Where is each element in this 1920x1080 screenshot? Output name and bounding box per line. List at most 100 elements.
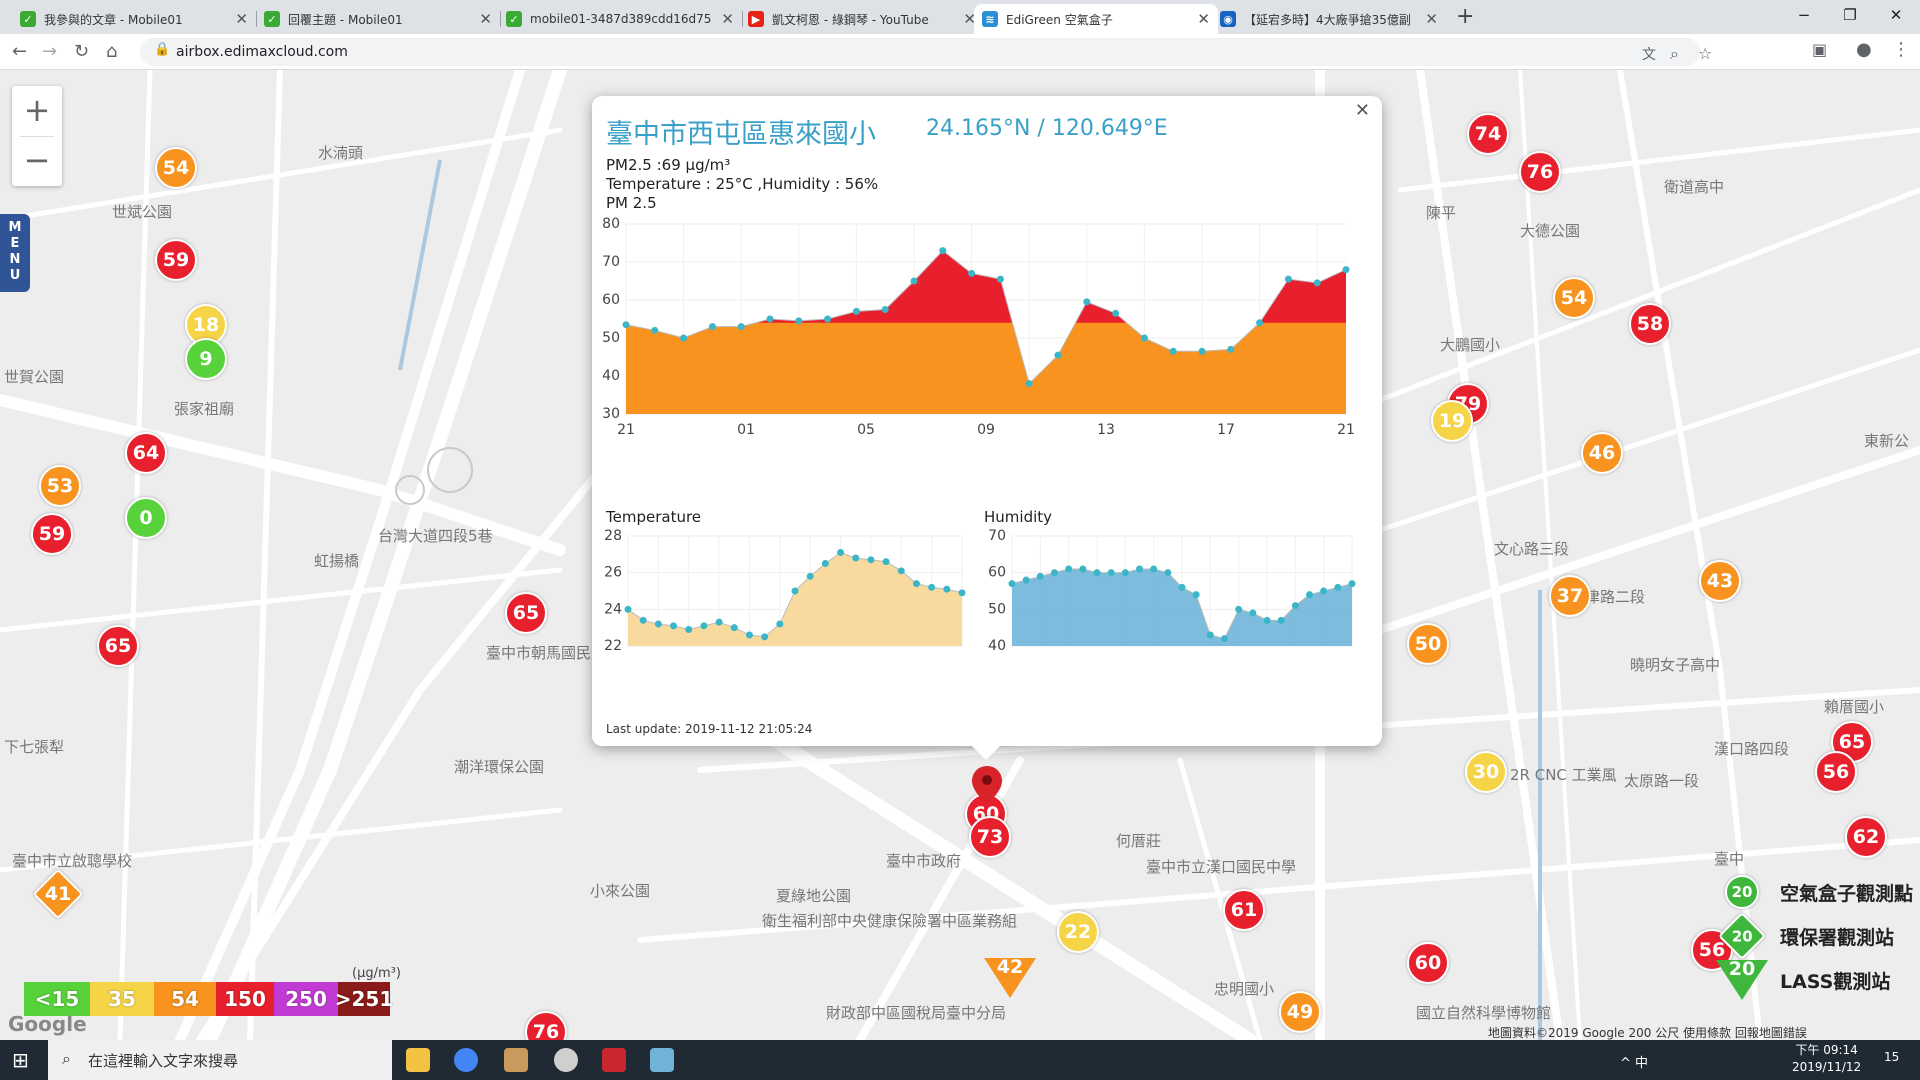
aqi-marker-circle[interactable]: 65 — [505, 592, 547, 634]
extension-icon[interactable]: ▣ — [1812, 40, 1827, 59]
aqi-marker-circle[interactable]: 30 — [1465, 751, 1507, 793]
aqi-marker-circle[interactable]: 0 — [125, 497, 167, 539]
data-point — [852, 554, 860, 562]
aqi-marker-value: 18 — [192, 314, 220, 336]
system-tray[interactable]: ^ 中 — [1620, 1052, 1648, 1071]
aqi-marker-value: 58 — [1636, 313, 1664, 335]
data-point — [766, 315, 774, 323]
aqi-marker-circle[interactable]: 54 — [1553, 277, 1595, 319]
new-tab-button[interactable]: + — [1456, 4, 1474, 29]
kebab-menu-icon[interactable]: ⋮ — [1892, 39, 1910, 60]
windows-start-icon[interactable]: ⊞ — [12, 1048, 29, 1072]
selected-location-pin-icon[interactable] — [972, 766, 1002, 804]
forward-icon[interactable]: → — [42, 40, 57, 64]
aqi-marker-circle[interactable]: 64 — [125, 432, 167, 474]
aqi-marker-circle[interactable]: 22 — [1057, 911, 1099, 953]
map-place-label: 曉明女子高中 — [1630, 656, 1721, 674]
data-point — [1206, 631, 1214, 639]
y-tick-label: 80 — [602, 216, 620, 232]
tab-5[interactable]: ◉ 【延宕多時】4大廠爭搶35億副 ✕ — [1212, 4, 1446, 34]
lock-icon: 🔒 — [154, 42, 171, 57]
data-point — [1235, 605, 1243, 613]
tab-close-icon[interactable]: ✕ — [1197, 10, 1210, 28]
taskbar-clock[interactable]: 下午 09:14 2019/11/12 — [1792, 1042, 1861, 1076]
tab-title: 我參與的文章 - Mobile01 — [44, 12, 183, 27]
notification-count[interactable]: 15 — [1884, 1050, 1899, 1064]
data-point — [639, 616, 647, 624]
temp-humidity-reading: Temperature : 25°C ,Humidity : 56% — [606, 175, 879, 193]
data-point — [1178, 583, 1186, 591]
aqi-marker-circle[interactable]: 74 — [1467, 113, 1509, 155]
zoom-in-button[interactable]: + — [12, 86, 62, 136]
clock-time: 下午 09:14 — [1795, 1043, 1858, 1057]
map-place-label: 陳平 — [1426, 204, 1457, 222]
temperature-chart: 22 24 26 28 — [604, 528, 966, 654]
aqi-marker-circle[interactable]: 73 — [969, 816, 1011, 858]
reload-icon[interactable]: ↻ — [74, 40, 89, 64]
map-place-label: 虹揚橋 — [314, 552, 360, 570]
aqi-marker-circle[interactable]: 58 — [1629, 303, 1671, 345]
search-icon: ⌕ — [62, 1049, 71, 1068]
app-icon-4[interactable] — [554, 1048, 578, 1072]
zoom-icon[interactable]: ⌕ — [1670, 44, 1679, 64]
app-icon-3[interactable] — [504, 1048, 528, 1072]
aqi-marker-circle[interactable]: 46 — [1581, 432, 1623, 474]
tab-2[interactable]: ✓ mobile01-3487d389cdd16d75 ✕ — [498, 4, 742, 34]
data-point — [912, 580, 920, 588]
home-icon[interactable]: ⌂ — [106, 40, 117, 64]
source-legend-label: 空氣盒子觀測點 — [1780, 883, 1914, 905]
profile-icon[interactable]: ● — [1856, 39, 1872, 60]
address-bar[interactable]: 🔒 airbox.edimaxcloud.com 文 ⌕ ☆ — [140, 38, 1712, 66]
tab-0[interactable]: ✓ 我參與的文章 - Mobile01 ✕ — [12, 4, 256, 34]
aqi-marker-circle[interactable]: 60 — [1407, 942, 1449, 984]
tab-close-icon[interactable]: ✕ — [235, 10, 248, 28]
aqi-marker-circle[interactable]: 65 — [97, 625, 139, 667]
aqi-marker-circle[interactable]: 59 — [31, 513, 73, 555]
back-icon[interactable]: ← — [12, 40, 27, 64]
close-icon[interactable]: ✕ — [1355, 100, 1370, 121]
aqi-marker-circle[interactable]: 76 — [1519, 151, 1561, 193]
app-icon-5[interactable] — [602, 1048, 626, 1072]
map-copyright[interactable]: 地圖資料©2019 Google 200 公尺 使用條款 回報地圖錯誤 — [1488, 1024, 1807, 1040]
map-place-label: 賴厝國小 — [1824, 698, 1885, 716]
aqi-marker-circle[interactable]: 37 — [1549, 575, 1591, 617]
data-point — [968, 269, 976, 277]
browser-toolbar: ← → ↻ ⌂ 🔒 airbox.edimaxcloud.com 文 ⌕ ☆ ▣… — [0, 34, 1920, 70]
menu-toggle-button[interactable]: MENU — [0, 214, 30, 292]
tab-3[interactable]: ▶ 凱文柯恩 - 綠鋼琴 - YouTube ✕ — [740, 4, 984, 34]
map-place-label: 太原路一段 — [1624, 772, 1700, 790]
aqi-marker-circle[interactable]: 9 — [185, 338, 227, 380]
chrome-icon[interactable] — [454, 1048, 478, 1072]
zoom-out-button[interactable]: − — [12, 136, 62, 186]
aqi-marker-circle[interactable]: 59 — [155, 239, 197, 281]
tab-close-icon[interactable]: ✕ — [721, 10, 734, 28]
aqi-marker-circle[interactable]: 49 — [1279, 991, 1321, 1033]
bookmark-star-icon[interactable]: ☆ — [1698, 44, 1712, 63]
map-canvas[interactable]: 水湳頭 世賀公園 張家祖廟 世斌公園 虹揚橋 台灣大道四段5巷 下七張犁 潮洋環保公園 臺中市立… — [0, 70, 1920, 1040]
aqi-marker-circle[interactable]: 61 — [1223, 889, 1265, 931]
aqi-marker-circle[interactable]: 53 — [39, 465, 81, 507]
data-point — [1036, 572, 1044, 580]
aqi-marker-triangle[interactable]: 42 — [984, 956, 1036, 998]
aqi-marker-circle[interactable]: 50 — [1407, 623, 1449, 665]
aqi-marker-circle[interactable]: 62 — [1845, 816, 1887, 858]
map-place-label: 臺中 — [1714, 850, 1745, 868]
map-place-label: 臺中市立漢口國民中學 — [1146, 858, 1297, 876]
aqi-marker-circle[interactable]: 56 — [1815, 751, 1857, 793]
aqi-marker-circle[interactable]: 19 — [1431, 400, 1473, 442]
translate-icon[interactable]: 文 — [1642, 44, 1656, 64]
tab-4[interactable]: ≋ EdiGreen 空氣盒子 ✕ — [974, 4, 1218, 34]
minimize-icon[interactable]: − — [1784, 2, 1824, 28]
taskbar-search-box[interactable]: ⌕ 在這裡輸入文字來搜尋 — [48, 1040, 392, 1080]
file-explorer-icon[interactable] — [406, 1048, 430, 1072]
aqi-marker-circle[interactable]: 54 — [155, 147, 197, 189]
aqi-marker-circle[interactable]: 43 — [1699, 560, 1741, 602]
data-point — [791, 587, 799, 595]
close-window-icon[interactable]: ✕ — [1876, 2, 1916, 28]
tab-1[interactable]: ✓ 回覆主題 - Mobile01 ✕ — [256, 4, 500, 34]
app-icon-6[interactable] — [650, 1048, 674, 1072]
tab-close-icon[interactable]: ✕ — [479, 10, 492, 28]
data-point — [670, 622, 678, 630]
tab-close-icon[interactable]: ✕ — [1425, 10, 1438, 28]
maximize-icon[interactable]: ❐ — [1830, 2, 1870, 28]
